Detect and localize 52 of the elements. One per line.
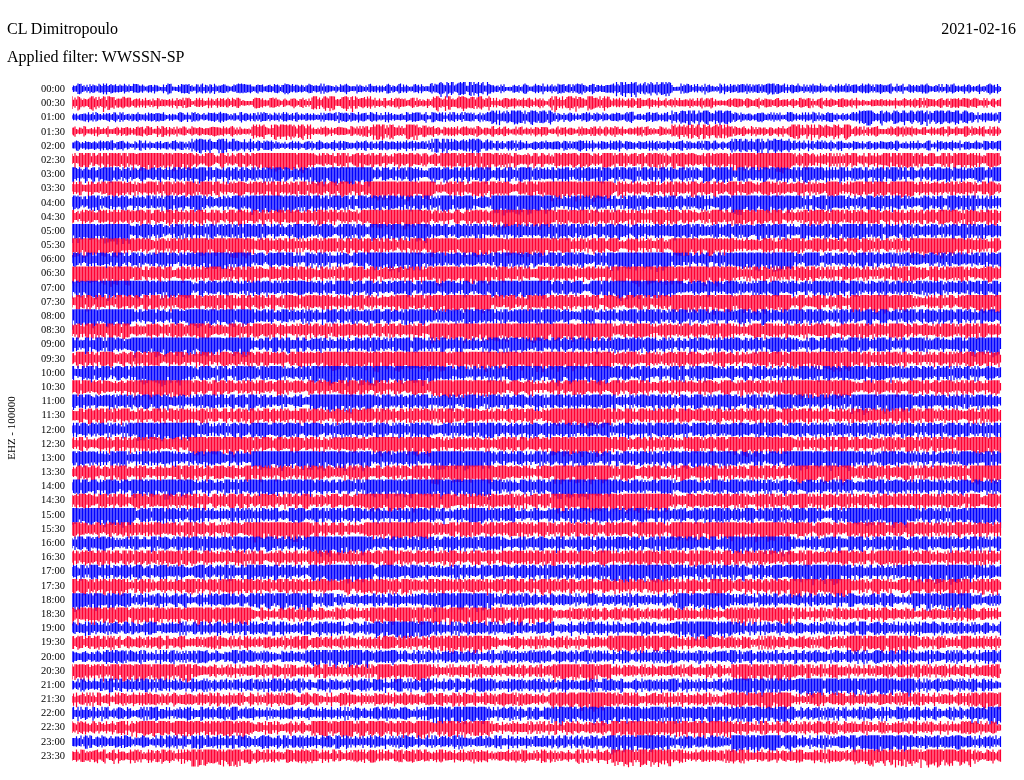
time-label: 07:30 <box>41 294 65 309</box>
time-label: 10:00 <box>41 365 65 380</box>
time-label: 19:30 <box>41 635 65 650</box>
time-label: 03:00 <box>41 167 65 182</box>
time-label: 03:30 <box>41 181 65 196</box>
time-label: 11:30 <box>41 408 65 423</box>
time-label: 08:30 <box>41 323 65 338</box>
time-label: 08:00 <box>41 309 65 323</box>
time-label: 10:30 <box>41 379 65 394</box>
time-label: 13:30 <box>41 465 65 480</box>
time-label: 07:00 <box>41 280 65 295</box>
time-label: 06:00 <box>41 252 65 267</box>
time-label: 22:00 <box>41 706 65 721</box>
time-label: 17:00 <box>41 564 65 579</box>
time-label: 18:30 <box>41 606 65 621</box>
time-label: 16:00 <box>41 536 65 550</box>
time-label: 02:00 <box>41 138 65 153</box>
time-label: 12:30 <box>41 436 65 451</box>
time-label: 04:30 <box>41 209 65 224</box>
time-label: 21:30 <box>41 692 65 707</box>
channel-label: EHZ - 100000 <box>5 396 17 460</box>
time-label: 16:30 <box>41 550 65 565</box>
time-label: 20:30 <box>41 663 65 678</box>
time-label: 15:00 <box>41 507 65 522</box>
time-label: 19:00 <box>41 621 65 636</box>
time-label: 00:30 <box>41 96 65 111</box>
filter-label: Applied filter: WWSSN-SP <box>7 48 185 66</box>
time-label: 04:00 <box>41 195 65 210</box>
time-label: 18:00 <box>41 592 65 607</box>
time-label: 23:00 <box>41 734 65 749</box>
time-label: 00:00 <box>41 82 65 96</box>
time-label: 14:00 <box>41 479 65 494</box>
time-label: 11:00 <box>41 394 65 409</box>
station-title: CL Dimitropoulo <box>7 20 119 38</box>
time-label: 14:30 <box>41 493 65 508</box>
time-label: 23:30 <box>41 748 65 763</box>
time-label: 01:30 <box>41 124 65 139</box>
time-label: 09:30 <box>41 351 65 366</box>
time-label: 06:30 <box>41 266 65 281</box>
time-label: 05:30 <box>41 238 65 253</box>
time-label: 20:00 <box>41 649 65 664</box>
time-label: 01:00 <box>41 110 65 125</box>
time-label: 13:00 <box>41 450 65 465</box>
time-label: 09:00 <box>41 337 65 352</box>
time-label: 12:00 <box>41 422 65 437</box>
time-label: 17:30 <box>41 578 65 593</box>
time-label: 22:30 <box>41 720 65 735</box>
date-label: 2021-02-16 <box>941 20 1016 39</box>
time-label: 02:30 <box>41 152 65 167</box>
time-label: 05:00 <box>41 223 65 238</box>
time-label: 21:00 <box>41 677 65 692</box>
time-label: 15:30 <box>41 521 65 536</box>
